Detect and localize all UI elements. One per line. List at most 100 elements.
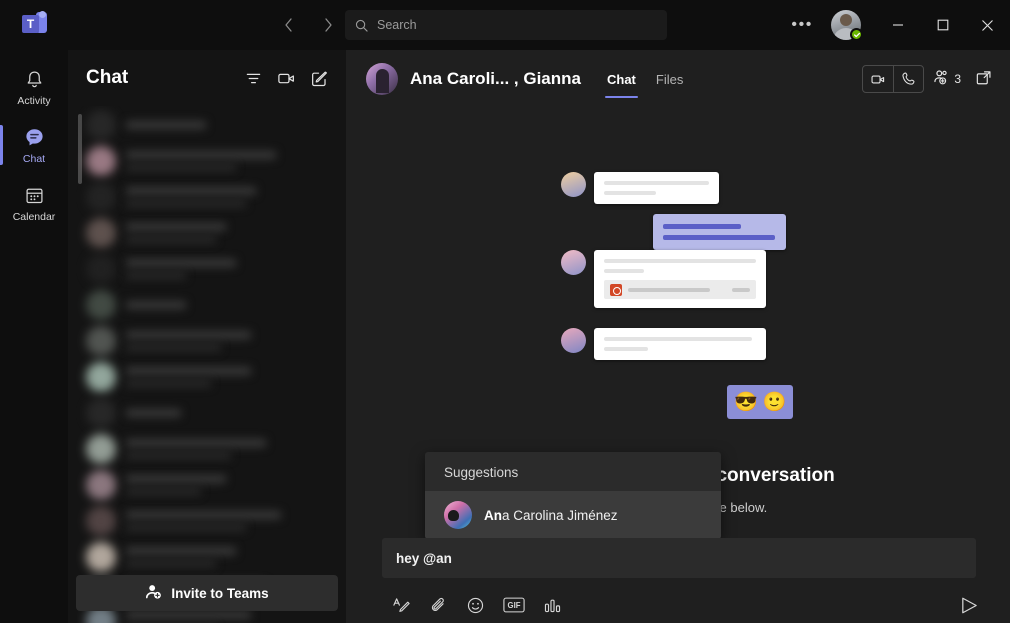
suggestion-item[interactable]: Ana Carolina Jiménez xyxy=(425,491,721,539)
chat-avatar xyxy=(86,398,116,428)
call-button-group xyxy=(862,65,925,93)
chat-preview-text xyxy=(126,439,266,459)
pop-out-button[interactable] xyxy=(970,64,998,94)
video-call-button[interactable] xyxy=(863,66,893,92)
chat-header: Ana Caroli... , Gianna Chat Files 3 xyxy=(346,50,1010,108)
chat-preview-text xyxy=(126,151,276,171)
chat-avatar xyxy=(86,470,116,500)
bell-icon xyxy=(25,68,44,92)
minimize-button[interactable] xyxy=(875,0,920,50)
chat-tabs: Chat Files xyxy=(597,50,693,108)
chat-list-item-redacted[interactable] xyxy=(86,542,236,572)
teams-window: T Search ••• Activity Chat Calendar Chat… xyxy=(0,0,1010,623)
chat-avatar xyxy=(86,362,116,392)
audio-call-button[interactable] xyxy=(893,66,923,92)
chat-name-redacted xyxy=(126,151,276,159)
format-text-button[interactable] xyxy=(392,596,411,615)
illustration-message-5-emoji: 😎 🙂 xyxy=(727,385,794,419)
chat-preview-text xyxy=(126,367,251,387)
illustration-line xyxy=(604,191,656,195)
chat-title: Ana Caroli... , Gianna xyxy=(410,69,581,88)
chat-list-item-redacted[interactable] xyxy=(86,254,236,284)
maximize-button[interactable] xyxy=(920,0,965,50)
attach-file-button[interactable] xyxy=(429,596,448,615)
add-people-button[interactable]: 3 xyxy=(928,64,966,94)
filter-button[interactable] xyxy=(238,63,268,93)
chat-name-redacted xyxy=(126,331,251,339)
illustration-bubble xyxy=(594,328,766,360)
message-input-box[interactable]: hey @an xyxy=(382,538,976,578)
chat-list-item-redacted[interactable] xyxy=(86,110,206,140)
send-message-button[interactable] xyxy=(954,590,984,620)
search-input[interactable]: Search xyxy=(377,18,417,32)
sidebar-item-label: Calendar xyxy=(12,210,56,223)
search-icon xyxy=(355,19,368,32)
chat-preview-text xyxy=(126,259,236,279)
chat-list-item-redacted[interactable] xyxy=(86,290,186,320)
illustration-message-4 xyxy=(561,328,766,360)
chat-name-redacted xyxy=(126,611,251,619)
chat-list-body[interactable] xyxy=(68,106,346,623)
chat-list-item-redacted[interactable] xyxy=(86,218,226,248)
chat-avatar xyxy=(86,290,116,320)
presence-badge-available xyxy=(850,28,863,41)
chat-message-redacted xyxy=(126,236,216,243)
chat-list-item-redacted[interactable] xyxy=(86,362,251,392)
message-input[interactable]: hey @an xyxy=(396,551,452,566)
send-icon xyxy=(961,597,977,613)
illustration-line xyxy=(732,287,750,292)
chat-name-redacted xyxy=(126,409,181,417)
gif-icon: GIF xyxy=(503,597,525,613)
chat-avatar xyxy=(86,434,116,464)
illustration-bubble xyxy=(594,250,766,308)
search-bar[interactable]: Search xyxy=(345,10,667,40)
illustration-avatar xyxy=(561,328,586,353)
chat-list-scrollbar[interactable] xyxy=(78,114,82,184)
emoji-button[interactable] xyxy=(466,596,485,615)
chat-list-item-redacted[interactable] xyxy=(86,398,181,428)
chat-list-item-redacted[interactable] xyxy=(86,506,281,536)
chat-message-redacted xyxy=(126,560,216,567)
teams-logo-t: T xyxy=(22,15,39,33)
chat-header-actions: 3 xyxy=(862,64,998,94)
emoji-smile: 🙂 xyxy=(762,392,787,413)
close-button[interactable] xyxy=(965,0,1010,50)
chevron-left-icon xyxy=(284,18,292,32)
chat-list-item-redacted[interactable] xyxy=(86,182,256,212)
chat-preview-text xyxy=(126,301,186,309)
chat-list-item-redacted[interactable] xyxy=(86,146,276,176)
chat-name-redacted xyxy=(126,301,186,309)
chat-message-redacted xyxy=(126,272,186,279)
forward-button[interactable] xyxy=(312,10,344,40)
invite-to-teams-button[interactable]: Invite to Teams xyxy=(76,575,338,611)
new-chat-button[interactable] xyxy=(304,63,334,93)
sidebar-item-label: Activity xyxy=(17,94,51,107)
back-button[interactable] xyxy=(272,10,304,40)
sidebar-item-calendar[interactable]: Calendar xyxy=(0,174,68,232)
chat-avatar xyxy=(86,182,116,212)
illustration-line xyxy=(604,181,709,185)
chat-list-item-redacted[interactable] xyxy=(86,326,251,356)
chat-avatar xyxy=(86,254,116,284)
new-meeting-button[interactable] xyxy=(271,63,301,93)
tab-files[interactable]: Files xyxy=(646,50,693,108)
illustration-line xyxy=(604,259,756,263)
illustration-bubble xyxy=(594,172,719,204)
chat-list-item-redacted[interactable] xyxy=(86,470,226,500)
gif-button[interactable]: GIF xyxy=(503,597,525,613)
user-avatar-button[interactable] xyxy=(831,10,863,41)
more-options-button[interactable]: ••• xyxy=(779,16,825,34)
sidebar-item-activity[interactable]: Activity xyxy=(0,58,68,116)
illustration-emoji-bubble: 😎 🙂 xyxy=(727,385,794,419)
chat-preview-text xyxy=(126,511,281,531)
sidebar-item-chat[interactable]: Chat xyxy=(0,116,68,174)
participant-count: 3 xyxy=(954,72,961,86)
tab-chat[interactable]: Chat xyxy=(597,50,646,108)
chat-avatar xyxy=(86,146,116,176)
nav-buttons xyxy=(272,10,344,40)
chat-message-redacted xyxy=(126,452,231,459)
suggestions-header: Suggestions xyxy=(444,465,519,480)
chat-list-item-redacted[interactable] xyxy=(86,434,266,464)
illustration-message-1 xyxy=(561,172,719,204)
poll-button[interactable] xyxy=(543,596,562,615)
